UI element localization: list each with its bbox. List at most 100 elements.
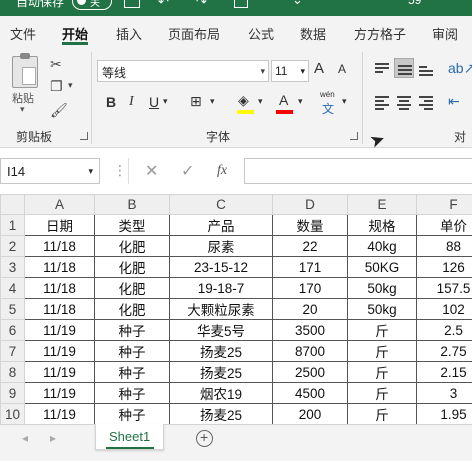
cell-a8[interactable]: 11/19 <box>24 361 95 383</box>
column-header-e[interactable]: E <box>347 194 417 215</box>
cell-f7[interactable]: 2.75 <box>416 340 472 362</box>
customize-quick-access-icon[interactable]: ⌄ <box>292 0 303 8</box>
cell-d8[interactable]: 2500 <box>272 361 348 383</box>
cell-a9[interactable]: 11/19 <box>24 382 95 404</box>
cell-e3[interactable]: 50KG <box>347 256 417 278</box>
cell-c3[interactable]: 23-15-12 <box>169 256 273 278</box>
cell-e4[interactable]: 50kg <box>347 277 417 299</box>
copy-dropdown-icon[interactable]: ▾ <box>68 80 73 91</box>
name-box[interactable]: I14 ▾ <box>0 158 100 184</box>
select-all-corner[interactable] <box>0 194 25 215</box>
cell-a4[interactable]: 11/18 <box>24 277 95 299</box>
cell-c6[interactable]: 华麦5号 <box>169 319 273 341</box>
cell-b7[interactable]: 种子 <box>94 340 170 362</box>
tab-data[interactable]: 数据 <box>300 24 326 43</box>
redo-icon[interactable]: ↷ <box>196 0 207 10</box>
sheet-tab-sheet1[interactable]: Sheet1 <box>95 424 164 450</box>
copy-icon[interactable]: ❐ <box>50 78 63 95</box>
cell-a1[interactable]: 日期 <box>24 214 95 236</box>
autosave-toggle[interactable]: 关 <box>72 0 112 10</box>
align-left-icon[interactable] <box>372 92 392 112</box>
cell-d4[interactable]: 170 <box>272 277 348 299</box>
cell-e6[interactable]: 斤 <box>347 319 417 341</box>
column-header-a[interactable]: A <box>24 194 95 215</box>
cell-e9[interactable]: 斤 <box>347 382 417 404</box>
underline-dropdown-icon[interactable]: ▾ <box>163 96 168 107</box>
cell-a7[interactable]: 11/19 <box>24 340 95 362</box>
cell-d3[interactable]: 171 <box>272 256 348 278</box>
format-painter-icon[interactable]: 🖌 <box>50 102 68 119</box>
row-header[interactable]: 7 <box>0 340 25 362</box>
cell-f8[interactable]: 2.15 <box>416 361 472 383</box>
cell-a2[interactable]: 11/18 <box>24 235 95 257</box>
cell-e1[interactable]: 规格 <box>347 214 417 236</box>
cell-b10[interactable]: 种子 <box>94 403 170 424</box>
cell-c8[interactable]: 扬麦25 <box>169 361 273 383</box>
cell-f6[interactable]: 2.5 <box>416 319 472 341</box>
cell-b8[interactable]: 种子 <box>94 361 170 383</box>
cell-a3[interactable]: 11/18 <box>24 256 95 278</box>
grow-font-button[interactable]: A <box>314 60 324 77</box>
cell-b9[interactable]: 种子 <box>94 382 170 404</box>
cell-d1[interactable]: 数量 <box>272 214 348 236</box>
cell-b2[interactable]: 化肥 <box>94 235 170 257</box>
font-family-select[interactable]: 等线 ▾ <box>97 60 269 82</box>
paste-icon[interactable] <box>12 53 38 88</box>
cell-f2[interactable]: 88 <box>416 235 472 257</box>
worksheet-grid[interactable]: A B C D E F 1 日期 类型 产品 数量 规格 单价 2 11/18 化肥 尿素 22 40k… <box>0 194 472 424</box>
font-color-button[interactable]: A <box>279 92 288 108</box>
add-sheet-button[interactable]: + <box>196 429 213 447</box>
row-header[interactable]: 9 <box>0 382 25 404</box>
row-header[interactable]: 3 <box>0 256 25 278</box>
paste-dropdown-icon[interactable]: ▾ <box>20 104 25 115</box>
borders-icon[interactable]: ⊞ <box>190 93 202 110</box>
font-size-select[interactable]: 11 ▾ <box>271 60 309 82</box>
cell-d9[interactable]: 4500 <box>272 382 348 404</box>
cell-d7[interactable]: 8700 <box>272 340 348 362</box>
column-header-c[interactable]: C <box>169 194 273 215</box>
cell-e5[interactable]: 50kg <box>347 298 417 320</box>
align-middle-icon[interactable] <box>394 58 414 78</box>
clipboard-launcher-icon[interactable] <box>80 132 88 140</box>
align-right-icon[interactable] <box>416 92 436 112</box>
cell-e10[interactable]: 斤 <box>347 403 417 424</box>
italic-button[interactable]: I <box>129 94 134 110</box>
font-launcher-icon[interactable] <box>350 132 358 140</box>
scroll-sheets-right-icon[interactable]: ▸ <box>50 431 56 445</box>
bold-button[interactable]: B <box>106 94 116 110</box>
row-header[interactable]: 6 <box>0 319 25 341</box>
shrink-font-button[interactable]: A <box>338 62 346 76</box>
cell-a6[interactable]: 11/19 <box>24 319 95 341</box>
cell-c7[interactable]: 扬麦25 <box>169 340 273 362</box>
cell-c5[interactable]: 大颗粒尿素 <box>169 298 273 320</box>
row-header[interactable]: 5 <box>0 298 25 320</box>
row-header[interactable]: 1 <box>0 214 25 236</box>
cell-e8[interactable]: 斤 <box>347 361 417 383</box>
cell-c4[interactable]: 19-18-7 <box>169 277 273 299</box>
row-header[interactable]: 8 <box>0 361 25 383</box>
underline-button[interactable]: U <box>149 94 159 110</box>
scroll-sheets-left-icon[interactable]: ◂ <box>22 431 28 445</box>
cell-b5[interactable]: 化肥 <box>94 298 170 320</box>
excel-quick-icon[interactable] <box>234 0 248 8</box>
tab-formulas[interactable]: 公式 <box>248 24 274 43</box>
save-icon[interactable] <box>124 0 140 8</box>
row-header[interactable]: 2 <box>0 235 25 257</box>
row-header[interactable]: 10 <box>0 403 25 424</box>
tab-home[interactable]: 开始 <box>62 24 88 43</box>
tab-review[interactable]: 审阅 <box>432 24 458 43</box>
fill-color-dropdown-icon[interactable]: ▾ <box>258 96 263 107</box>
cell-b3[interactable]: 化肥 <box>94 256 170 278</box>
formula-bar-grip-icon[interactable]: ⋮ <box>113 162 127 179</box>
cell-f4[interactable]: 157.5 <box>416 277 472 299</box>
cell-f5[interactable]: 102 <box>416 298 472 320</box>
align-top-icon[interactable] <box>372 58 392 78</box>
cell-d6[interactable]: 3500 <box>272 319 348 341</box>
cell-b4[interactable]: 化肥 <box>94 277 170 299</box>
align-center-icon[interactable] <box>394 92 414 112</box>
column-header-f[interactable]: F <box>416 194 472 215</box>
cell-c2[interactable]: 尿素 <box>169 235 273 257</box>
formula-input[interactable] <box>244 158 472 184</box>
cell-c1[interactable]: 产品 <box>169 214 273 236</box>
phonetic-dropdown-icon[interactable]: ▾ <box>342 96 347 107</box>
